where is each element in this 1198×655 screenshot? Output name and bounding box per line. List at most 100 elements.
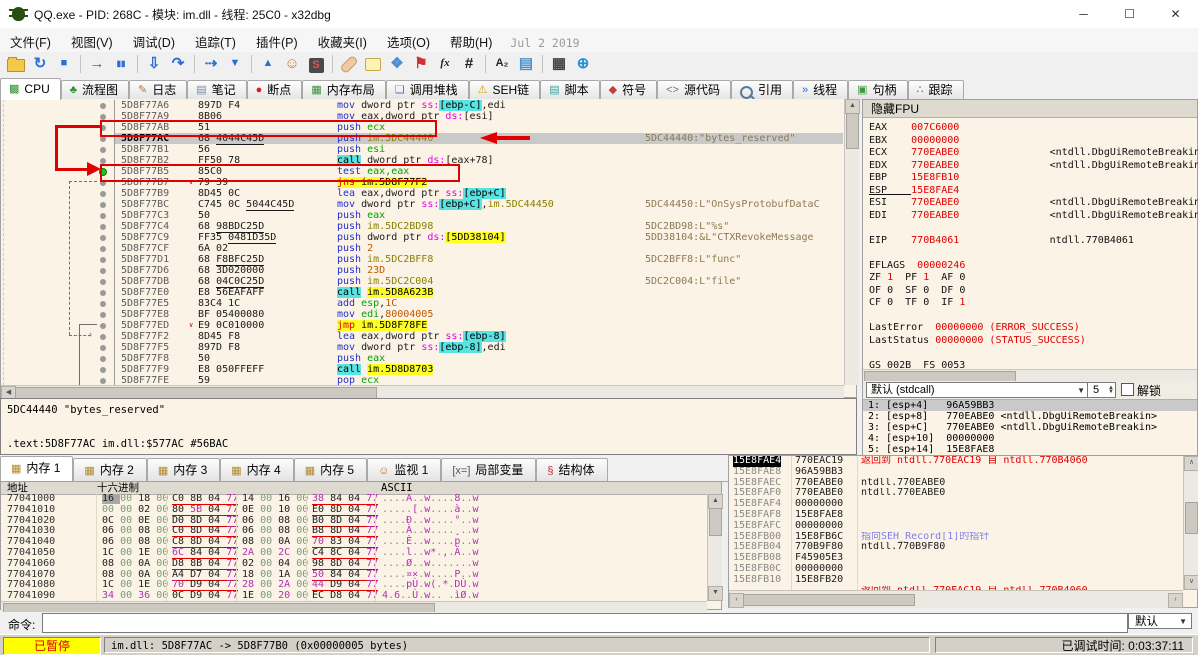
tab-线程[interactable]: » 线程 <box>792 80 849 100</box>
menu-item[interactable]: 帮助(H) <box>440 28 502 55</box>
flags-line[interactable]: ZF 1 PF 1 AF 0 <box>869 272 977 283</box>
scroll-thumb[interactable] <box>743 594 915 606</box>
tab-日志[interactable]: ✎ 日志 <box>128 80 188 100</box>
disasm-row[interactable]: 5D8F77AB 51 push ecx <box>1 122 843 133</box>
row-dot[interactable] <box>100 234 106 241</box>
tab-内存 3[interactable]: ▦ 内存 3 <box>146 458 221 482</box>
scroll-down-arrow[interactable]: ▼ <box>708 586 723 601</box>
comment-icon[interactable] <box>362 53 384 75</box>
stack-rows[interactable]: 15E8FAE4 770EAC19 返回到 ntdll.770EAC19 自 ntd… <box>729 456 1183 590</box>
disasm-row[interactable]: 5D8F77B7 ∨ 79 39 jns im.5D8F77F2 <box>1 177 843 188</box>
command-profile-select[interactable]: 默认 ▼ <box>1128 613 1192 629</box>
row-dot[interactable] <box>100 267 106 274</box>
execute-till-return-icon[interactable]: ⇢ <box>200 53 222 75</box>
tab-内存 1[interactable]: ▦ 内存 1 <box>0 456 74 482</box>
row-dot[interactable] <box>100 102 106 109</box>
menu-item[interactable]: 调试(D) <box>123 28 185 55</box>
device-icon[interactable]: ▤ <box>515 53 537 75</box>
function-icon[interactable]: fx <box>434 53 456 75</box>
flags-line[interactable]: OF 0 SF 0 DF 0 <box>869 285 977 296</box>
call-arguments[interactable]: 1: [esp+4] 96A59BB3 2: [esp+8] 770EABE0 <… <box>863 399 1197 457</box>
disasm-row[interactable]: 5D8F77E8 BF 05400080 mov edi,80004005 <box>1 309 843 320</box>
row-dot[interactable] <box>100 223 106 230</box>
scroll-up-arrow[interactable]: ∧ <box>1184 456 1198 471</box>
row-dot[interactable] <box>100 135 106 142</box>
menu-item[interactable]: 选项(O) <box>377 28 440 55</box>
row-dot[interactable] <box>100 201 106 208</box>
disasm-row[interactable]: 5D8F77B5 85C0 test eax,eax <box>1 166 843 177</box>
row-dot[interactable] <box>100 322 106 329</box>
row-dot[interactable] <box>100 113 106 120</box>
row-dot[interactable] <box>100 179 106 186</box>
register-EIP[interactable]: EIP 770B4061 ntdll.770B4061 <box>869 235 1134 246</box>
row-dot[interactable] <box>100 245 106 252</box>
maximize-button[interactable]: ☐ <box>1107 0 1152 28</box>
run-icon[interactable]: → <box>86 53 108 75</box>
disasm-row[interactable]: 5D8F77AC 68 4044C45D push im.5DC44440 5DC44… <box>1 133 843 145</box>
scroll-left-arrow[interactable]: ‹ <box>729 593 744 608</box>
restart-icon[interactable]: ↻ <box>29 53 51 75</box>
patch-icon[interactable] <box>338 53 360 75</box>
register-EFLAGS[interactable]: EFLAGS 00000246 <box>869 260 965 271</box>
tab-内存 4[interactable]: ▦ 内存 4 <box>220 458 294 482</box>
stop-icon[interactable]: ■ <box>53 53 75 75</box>
argument-row[interactable]: 2: [esp+8] 770EABE0 <ntdll.DbgUiRemoteBr… <box>863 411 1197 422</box>
flags-line[interactable]: CF 0 TF 0 IF 1 <box>869 297 977 308</box>
argument-row[interactable]: 5: [esp+14] 15E8FAE8 <box>863 444 1197 455</box>
tab-内存 5[interactable]: ▦ 内存 5 <box>293 458 368 482</box>
step-out-icon[interactable]: ▲ <box>257 53 279 75</box>
tab-跟踪[interactable]: ∴ 跟踪 <box>907 80 964 100</box>
memory-dump-panel[interactable]: 地址 十六进制 ASCII 77041000 16 00 18 00 C0 8B 0… <box>0 481 723 615</box>
tab-CPU[interactable]: ▩ CPU <box>0 78 61 100</box>
disasm-row[interactable]: 5D8F77F2 8D45 F8 lea eax,dword ptr ss:[ebp… <box>1 331 843 342</box>
tab-符号[interactable]: ◆ 符号 <box>599 80 658 100</box>
scroll-right-arrow[interactable]: › <box>1168 593 1183 608</box>
row-dot[interactable] <box>100 124 106 131</box>
register-ESI[interactable]: ESI 770EABE0 <ntdll.DbgUiRemoteBreakin> <box>869 197 1198 208</box>
register-EDI[interactable]: EDI 770EABE0 <ntdll.DbgUiRemoteBreakin> <box>869 210 1198 221</box>
tab-局部变量[interactable]: [x=] 局部变量 <box>441 458 537 482</box>
disasm-row[interactable]: 5D8F77C3 50 push eax <box>1 210 843 221</box>
stack-row[interactable]: 15E8FB10 15E8FB20 <box>729 574 1183 586</box>
disasm-row[interactable]: 5D8F77CF 6A 02 push 2 <box>1 243 843 254</box>
argument-row[interactable]: 4: [esp+10] 00000000 <box>863 433 1197 444</box>
tab-引用[interactable]: 引用 <box>730 80 793 100</box>
menu-item[interactable]: 追踪(T) <box>185 28 246 55</box>
scroll-up-arrow[interactable]: ▲ <box>845 99 860 114</box>
disasm-row[interactable]: 5D8F77BC C745 0C 5044C45D mov dword ptr ss… <box>1 199 843 211</box>
register-EBP[interactable]: EBP 15E8FB10 <box>869 172 1050 183</box>
scroll-thumb[interactable] <box>1185 502 1198 534</box>
row-dot[interactable] <box>100 333 106 340</box>
stack-vscrollbar[interactable]: ∧ ∨ <box>1183 456 1198 590</box>
menu-item[interactable]: 插件(P) <box>246 28 308 55</box>
disasm-row[interactable]: 5D8F77E5 83C4 1C add esp,1C <box>1 298 843 309</box>
calculator-icon[interactable]: ▦ <box>548 53 570 75</box>
row-dot[interactable] <box>100 289 106 296</box>
scroll-up-arrow[interactable]: ▲ <box>708 494 723 509</box>
strings-icon[interactable]: A₂ <box>491 53 513 75</box>
row-dot[interactable] <box>100 311 106 318</box>
disasm-row[interactable]: 5D8F77B2 FF50 78 call dword ptr ds:[eax+78… <box>1 155 843 166</box>
disasm-row[interactable]: 5D8F77C9 FF35 0481D35D push dword ptr ds:[… <box>1 232 843 244</box>
disasm-row[interactable]: 5D8F77B1 56 push esi <box>1 144 843 155</box>
tab-SEH链[interactable]: ⚠ SEH链 <box>468 80 541 100</box>
disassembly-panel[interactable]: 5D8F77A6 897D F4 mov dword ptr ss:[ebp-C],… <box>0 99 860 401</box>
close-button[interactable]: ✕ <box>1153 0 1198 28</box>
disasm-row[interactable]: 5D8F77D1 68 F8BFC25D push im.5DC2BFF8 5DC2B… <box>1 254 843 266</box>
globe-icon[interactable]: ⊕ <box>572 53 594 75</box>
system-breakpoint-icon[interactable]: S <box>305 53 327 75</box>
tab-内存布局[interactable]: ▦ 内存布局 <box>302 80 386 100</box>
register-LastStatus[interactable]: LastStatus 00000000 (STATUS_SUCCESS) <box>869 335 1086 346</box>
stack-hscrollbar[interactable]: ‹ › <box>729 590 1183 608</box>
disasm-row[interactable]: 5D8F77A9 8B06 mov eax,dword ptr ds:[esi] <box>1 111 843 122</box>
label-icon[interactable]: ❖ <box>386 53 408 75</box>
tab-脚本[interactable]: ▤ 脚本 <box>540 80 600 100</box>
disasm-row[interactable]: 5D8F77D6 68 3D020000 push 23D <box>1 265 843 276</box>
row-dot[interactable] <box>100 344 106 351</box>
disassembly-hscrollbar[interactable]: ◀ <box>1 385 844 401</box>
stack-row[interactable]: 15E8FAE8 96A59BB3 <box>729 466 1183 478</box>
tab-监视 1[interactable]: ☺ 监视 1 <box>367 458 442 482</box>
stack-panel[interactable]: 15E8FAE4 770EAC19 返回到 ntdll.770EAC19 自 ntd… <box>728 455 1198 608</box>
argument-row[interactable]: 3: [esp+C] 770EABE0 <ntdll.DbgUiRemoteBr… <box>863 422 1197 433</box>
breakpoint-dot[interactable] <box>99 167 107 176</box>
